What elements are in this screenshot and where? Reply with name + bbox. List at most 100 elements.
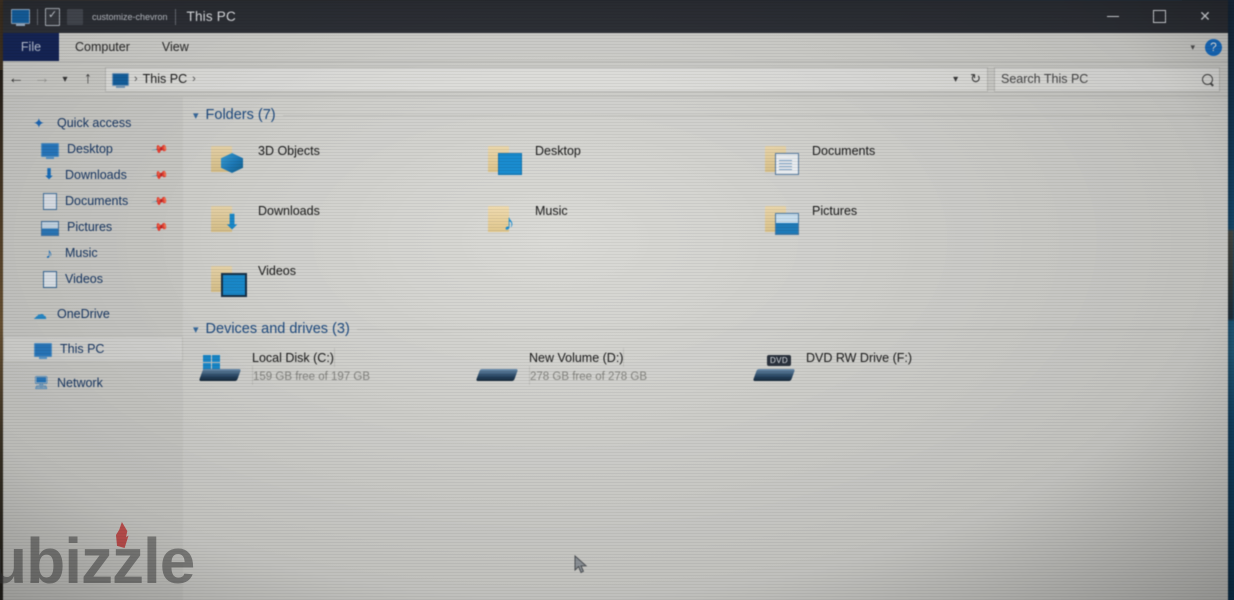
sidebar-item-onedrive[interactable]: ☁ OneDrive: [3, 301, 183, 327]
folder-tile-videos[interactable]: Videos: [183, 249, 460, 309]
sidebar-item-music[interactable]: ♪ Music: [3, 240, 183, 266]
search-icon[interactable]: [1199, 71, 1216, 87]
downloads-icon: ⬇: [42, 166, 56, 183]
hard-drive-icon: [475, 355, 519, 395]
breadcrumb-separator-1[interactable]: ›: [134, 73, 138, 85]
chevron-down-icon[interactable]: customize-chevron: [92, 12, 168, 22]
folder-tile-desktop[interactable]: Desktop: [460, 129, 737, 189]
sidebar-item-label: Network: [57, 376, 103, 390]
sidebar-item-label: Quick access: [57, 116, 132, 130]
drive-tile-local-disk-c[interactable]: Local Disk (C:) 159 GB free of 197 GB: [183, 343, 460, 399]
tab-computer[interactable]: Computer: [59, 33, 146, 61]
tab-view[interactable]: View: [146, 33, 205, 61]
drives-grid: Local Disk (C:) 159 GB free of 197 GB Ne…: [183, 343, 1228, 399]
sidebar-item-documents[interactable]: Documents 📌: [3, 188, 183, 214]
chevron-down-icon[interactable]: ▾: [193, 109, 199, 122]
folder-tile-music[interactable]: ♪ Music: [460, 189, 737, 249]
sidebar-item-videos[interactable]: Videos: [3, 266, 183, 292]
pin-icon[interactable]: 📌: [151, 218, 170, 237]
sidebar-item-this-pc[interactable]: This PC: [3, 336, 183, 362]
windows-drive-icon: [198, 355, 242, 395]
drives-group-header[interactable]: ▾ Devices and drives (3): [183, 321, 1228, 337]
sidebar-item-pictures[interactable]: Pictures 📌: [3, 214, 183, 240]
maximize-button[interactable]: [1136, 0, 1182, 33]
breadcrumb-item-this-pc[interactable]: This PC: [143, 72, 187, 86]
minimize-button[interactable]: [1090, 0, 1136, 33]
cloud-icon: ☁: [33, 306, 47, 322]
chevron-down-icon[interactable]: ▾: [1190, 42, 1195, 53]
help-button[interactable]: ?: [1205, 38, 1222, 56]
folders-grid: 3D Objects Desktop Documents ⬇ Downloads…: [183, 129, 1228, 309]
folder-tile-downloads[interactable]: ⬇ Downloads: [183, 189, 460, 249]
drive-tile-new-volume-d[interactable]: New Volume (D:) 278 GB free of 278 GB: [460, 343, 737, 399]
pin-icon[interactable]: 📌: [151, 140, 170, 159]
folder-tile-3d-objects[interactable]: 3D Objects: [183, 129, 460, 189]
maximize-icon: [1152, 10, 1166, 23]
folder-downloads-icon: ⬇: [211, 204, 245, 234]
drive-tile-dvd-rw-f[interactable]: DVD DVD RW Drive (F:): [737, 343, 1014, 399]
pin-icon[interactable]: 📌: [151, 192, 170, 211]
this-pc-icon: [34, 343, 52, 359]
sidebar-item-label: Music: [65, 246, 98, 260]
folder-tile-documents[interactable]: Documents: [737, 129, 1014, 189]
sidebar-item-label: Downloads: [65, 168, 127, 182]
tile-label: Pictures: [812, 204, 858, 218]
search-input[interactable]: Search This PC: [994, 66, 1220, 92]
address-bar-actions: ▾ ↻: [953, 71, 981, 87]
this-pc-icon[interactable]: [11, 9, 30, 26]
tile-label: 3D Objects: [258, 144, 320, 158]
content-pane: ▾ Folders (7) 3D Objects Desktop Documen…: [183, 97, 1228, 600]
toolbar-separator-2: [174, 8, 176, 25]
search-input-text[interactable]: Search This PC: [1001, 72, 1202, 86]
desktop-icon: [41, 143, 59, 159]
window-controls: ✕: [1090, 0, 1228, 33]
dvd-badge-label: DVD: [767, 355, 792, 366]
pin-icon[interactable]: 📌: [151, 166, 170, 185]
sidebar-item-downloads[interactable]: ⬇ Downloads 📌: [3, 162, 183, 188]
folder-desktop-icon: [488, 144, 522, 175]
close-button[interactable]: ✕: [1182, 0, 1228, 33]
refresh-icon[interactable]: ↻: [970, 71, 981, 87]
sidebar-item-desktop[interactable]: Desktop 📌: [3, 136, 183, 162]
properties-icon[interactable]: [45, 7, 60, 26]
up-button[interactable]: ↑: [75, 66, 101, 92]
address-bar: ← → ▾ ↑ › This PC › ▾ ↻ Search This PC: [3, 62, 1228, 97]
drive-name: DVD RW Drive (F:): [806, 351, 913, 365]
breadcrumb-separator-2[interactable]: ›: [192, 73, 196, 85]
this-pc-icon: [112, 72, 129, 88]
folder-3d-objects-icon: [211, 144, 245, 174]
tile-label: Videos: [258, 264, 296, 278]
sidebar-item-quick-access[interactable]: ✦ Quick access: [3, 110, 183, 136]
chevron-down-icon[interactable]: ▾: [193, 323, 199, 336]
quick-access-toolbar: customize-chevron: [3, 7, 176, 26]
sidebar-item-label: Videos: [65, 272, 103, 286]
sidebar-item-label: Pictures: [67, 220, 113, 234]
sidebar-item-label: This PC: [60, 342, 105, 356]
folder-documents-icon: [765, 144, 799, 175]
drive-name: Local Disk (C:): [252, 351, 334, 365]
minimize-icon: [1107, 15, 1119, 18]
folder-videos-icon: [211, 264, 247, 297]
tile-label: Music: [535, 204, 568, 218]
forward-button[interactable]: →: [29, 66, 55, 92]
folder-tile-pictures[interactable]: Pictures: [737, 189, 1014, 249]
navigation-pane: ✦ Quick access Desktop 📌 ⬇ Downloads 📌 D…: [3, 97, 183, 600]
mouse-cursor: [574, 555, 588, 575]
ribbon-tab-bar: File Computer View ▾ ?: [3, 33, 1228, 62]
sidebar-item-network[interactable]: 🖥 Network: [3, 370, 183, 396]
folder-pictures-icon: [765, 204, 799, 235]
tile-label: Desktop: [535, 144, 581, 158]
ribbon-right-controls: ▾ ?: [1190, 33, 1222, 61]
folders-group-header[interactable]: ▾ Folders (7): [183, 107, 1228, 123]
group-divider: [356, 328, 1210, 330]
tile-label: Documents: [812, 144, 876, 158]
star-icon: ✦: [33, 115, 45, 131]
chevron-down-icon[interactable]: ▾: [953, 74, 958, 85]
back-button[interactable]: ←: [3, 66, 29, 92]
network-icon: 🖥: [33, 375, 50, 390]
recent-locations-button[interactable]: ▾: [55, 66, 75, 92]
tab-file[interactable]: File: [3, 33, 59, 61]
file-explorer-window: customize-chevron This PC ✕ File Compute…: [3, 0, 1228, 600]
breadcrumb[interactable]: › This PC › ▾ ↻: [105, 66, 988, 92]
blank-icon[interactable]: [67, 8, 83, 25]
